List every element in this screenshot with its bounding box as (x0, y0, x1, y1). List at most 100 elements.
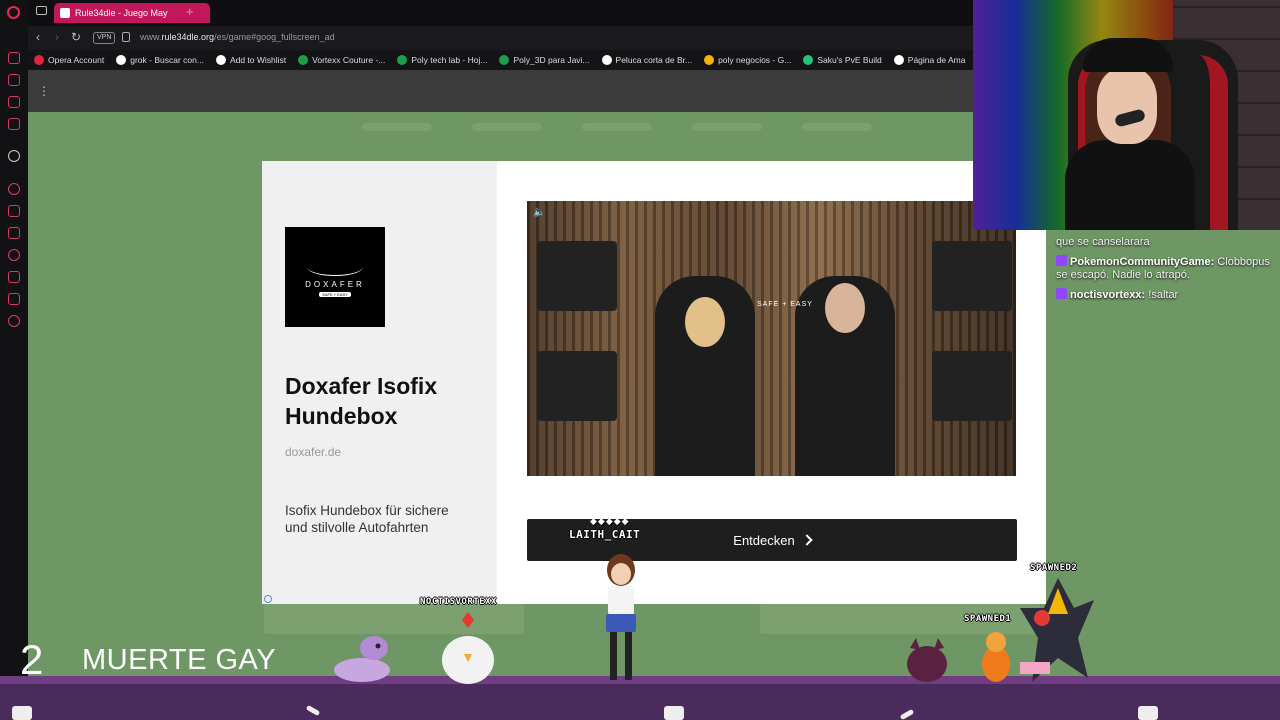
chat-overlay: que se canselarara PokemonCommunityGame: … (1056, 236, 1280, 308)
bookmark-favicon-icon (803, 55, 814, 65)
bookmark-item[interactable]: Vortexx Couture -... (298, 55, 385, 65)
whatsapp-icon[interactable] (8, 96, 20, 108)
chat-message: noctisvortexx: !saltar (1056, 288, 1280, 302)
video-box (537, 241, 617, 311)
messenger-icon[interactable] (8, 74, 20, 86)
faded-nav-item (691, 123, 762, 131)
reload-icon[interactable]: ↻ (71, 30, 81, 44)
sprite-tag-spawned1: SPAWNED1 (964, 614, 1012, 624)
bookmark-item[interactable]: grok - Buscar con... (116, 55, 204, 65)
bookmark-item[interactable]: Opera Account (34, 55, 104, 65)
snake-sprite-icon (334, 636, 390, 682)
chatgpt-icon[interactable] (8, 150, 20, 162)
ad-cta-label: Entdecken (733, 532, 795, 548)
adchoices-icon[interactable] (264, 595, 272, 603)
opera-sidebar (0, 0, 28, 720)
bookmark-item[interactable]: Add to Wishlist (215, 55, 286, 65)
streamer-body (1065, 140, 1195, 230)
twitch-badge-icon (1056, 288, 1067, 299)
bookmark-item[interactable]: Poly_3D para Javi... (499, 55, 590, 65)
aria-icon[interactable] (8, 52, 20, 64)
chicken-sprite-icon (442, 612, 494, 684)
url-prefix: www. (140, 32, 162, 42)
bookmark-favicon-icon (601, 55, 612, 65)
chat-username: noctisvortexx: (1070, 289, 1146, 301)
bookmark-label: grok - Buscar con... (130, 55, 204, 65)
bookmark-label: poly negocios - G... (718, 55, 792, 65)
bookmark-favicon-icon (704, 55, 715, 65)
lock-icon[interactable] (122, 32, 130, 42)
ad-info-panel: DOXAFER SAFE + EASY Doxafer Isofix Hunde… (262, 161, 497, 604)
instagram-icon[interactable] (8, 118, 20, 130)
video-brand: SAFE + EASY (757, 301, 813, 308)
bookmark-label: Poly_3D para Javi... (513, 55, 590, 65)
forward-arrow-icon[interactable]: › (55, 30, 59, 44)
chat-text: !saltar (1148, 289, 1179, 301)
settings-gear-icon[interactable] (8, 315, 20, 327)
bone-icon (1138, 706, 1158, 720)
extensions-icon[interactable] (8, 293, 20, 305)
sprite-tag-spawned2: SPAWNED2 (1030, 563, 1078, 573)
ad-logo-tagline: SAFE + EASY (319, 291, 351, 297)
new-tab-plus-icon[interactable]: + (186, 4, 194, 19)
bookmark-item[interactable]: poly negocios - G... (704, 55, 791, 65)
bookmark-favicon-icon (298, 55, 309, 65)
streamer-face (1097, 68, 1157, 144)
vpn-badge[interactable]: VPN (93, 32, 116, 44)
download-icon[interactable] (8, 271, 20, 283)
bookmark-item[interactable]: Poly tech lab - Hoj... (397, 55, 487, 65)
kebab-menu-icon[interactable]: ⋮ (38, 84, 50, 98)
faded-nav-item (801, 123, 872, 131)
bookmark-favicon-icon (893, 55, 904, 65)
ad-video[interactable]: 🔈 SAFE + EASY (527, 201, 1016, 476)
pinboard-icon[interactable] (8, 227, 20, 239)
bookmark-label: Página de Ama (907, 55, 966, 65)
music-icon[interactable] (8, 183, 20, 195)
bookmark-item[interactable]: Saku's PvE Build (803, 55, 882, 65)
torchic-sprite-icon (982, 632, 1010, 682)
video-box (537, 351, 617, 421)
tab-title: Rule34dle - Juego May (75, 8, 168, 18)
ad-logo[interactable]: DOXAFER SAFE + EASY (285, 227, 385, 327)
video-box (932, 351, 1012, 421)
url-domain: rule34dle.org (161, 32, 215, 42)
back-arrow-icon[interactable]: ‹ (36, 30, 40, 44)
history-icon[interactable] (8, 249, 20, 261)
chat-text: que se canselarara (1056, 236, 1150, 248)
bookmark-favicon-icon (397, 55, 408, 65)
screen: Rule34dle - Juego May + ‹ › ↻ VPN www.ru… (0, 0, 1280, 720)
url-field[interactable]: www.rule34dle.org/es/game#goog_fullscree… (140, 32, 335, 42)
bookmark-item[interactable]: Peluca corta de Br... (601, 55, 693, 65)
bookmark-item[interactable]: Página de Ama (893, 55, 966, 65)
tab-menu-icon[interactable] (36, 6, 47, 15)
faded-nav-item (581, 123, 652, 131)
bone-icon (12, 706, 32, 720)
bookmark-favicon-icon (34, 55, 44, 65)
bookmark-label: Peluca corta de Br... (615, 55, 693, 65)
opera-logo-icon[interactable] (7, 6, 20, 19)
chat-message: PokemonCommunityGame: Clobbopus se escap… (1056, 255, 1280, 282)
heart-icon[interactable] (8, 205, 20, 217)
schoolgirl-sprite-icon (606, 554, 636, 680)
video-box (932, 241, 1012, 311)
video-person-head (685, 297, 725, 347)
hearts-indicator: ◆◆◆◆◆ (590, 516, 630, 526)
page-header: ⋮ (28, 70, 973, 112)
bookmark-label: Vortexx Couture -... (312, 55, 386, 65)
ad-logo-name: DOXAFER (305, 279, 365, 289)
ad-domain[interactable]: doxafer.de (285, 445, 341, 459)
ad-description: Isofix Hundebox für sichere und stilvoll… (285, 503, 449, 535)
bookmark-favicon-icon (499, 55, 510, 65)
url-path: /es/game#goog_fullscreen_ad (214, 32, 335, 42)
streamer-beanie (1083, 38, 1173, 72)
webcam-overlay (973, 0, 1280, 230)
mute-icon[interactable]: 🔈 (533, 207, 545, 218)
faded-nav-item (361, 123, 432, 131)
chat-message: que se canselarara (1056, 236, 1280, 249)
dragon-sprite-icon (1020, 578, 1094, 682)
logo-swoosh-icon (307, 258, 363, 276)
bookmark-favicon-icon (116, 55, 127, 65)
ad-title[interactable]: Doxafer Isofix Hundebox (285, 371, 485, 431)
sprite-tag-noctis: NOCTISVORTEXX (420, 597, 497, 607)
fullscreen-ad[interactable]: DOXAFER SAFE + EASY Doxafer Isofix Hunde… (262, 161, 1046, 604)
